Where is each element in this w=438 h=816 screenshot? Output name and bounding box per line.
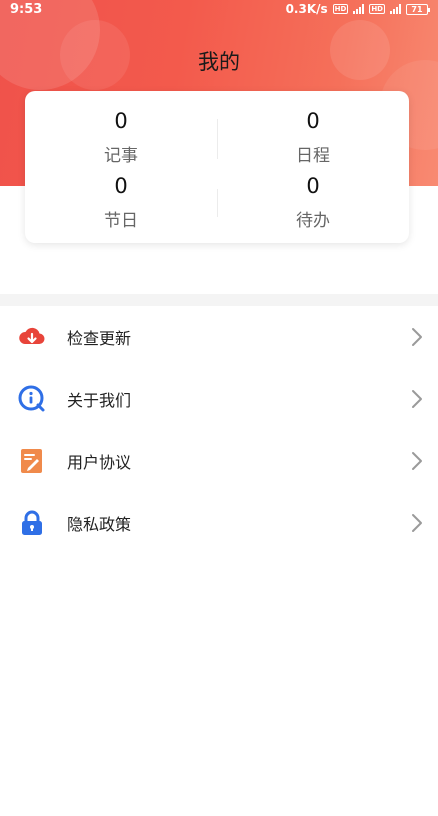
info-icon bbox=[18, 385, 45, 412]
stat-todos[interactable]: 0 待办 bbox=[217, 172, 409, 231]
status-bar: 9:53 0.3K/s HD HD 71 bbox=[0, 0, 438, 18]
lock-icon bbox=[22, 510, 42, 535]
menu-item-about-us[interactable]: 关于我们 bbox=[0, 368, 438, 430]
settings-menu: 检查更新 关于我们 用户协议 隐私政策 bbox=[0, 306, 438, 554]
stat-value: 0 bbox=[306, 109, 320, 133]
menu-label: 用户协议 bbox=[67, 453, 132, 472]
signal-icon bbox=[390, 4, 401, 14]
cloud-download-icon bbox=[19, 327, 45, 345]
battery-level: 71 bbox=[411, 4, 423, 14]
signal-icon bbox=[353, 4, 365, 14]
stat-notes[interactable]: 0 记事 bbox=[25, 107, 217, 166]
stat-value: 0 bbox=[306, 174, 320, 198]
net-speed: 0.3K/s bbox=[285, 2, 328, 16]
menu-item-user-agreement[interactable]: 用户协议 bbox=[0, 430, 438, 492]
stat-label: 日程 bbox=[296, 146, 330, 166]
chevron-right-icon bbox=[412, 452, 422, 470]
section-separator bbox=[0, 294, 438, 306]
stat-label: 节日 bbox=[104, 211, 138, 231]
stat-label: 待办 bbox=[296, 211, 330, 231]
stats-card: 0 记事 0 日程 0 节日 0 待办 bbox=[25, 91, 409, 243]
chevron-right-icon bbox=[412, 390, 422, 408]
hd-badge: HD bbox=[369, 4, 385, 14]
chevron-right-icon bbox=[412, 514, 422, 532]
chevron-right-icon bbox=[412, 328, 422, 346]
stat-label: 记事 bbox=[104, 146, 138, 166]
stat-festivals[interactable]: 0 节日 bbox=[25, 172, 217, 231]
hd-badge: HD bbox=[332, 4, 349, 14]
status-time: 9:53 bbox=[10, 1, 43, 17]
page-title: 我的 bbox=[198, 50, 240, 74]
document-edit-icon bbox=[21, 449, 42, 473]
battery-icon: 71 bbox=[406, 3, 430, 15]
stat-value: 0 bbox=[114, 109, 128, 133]
stat-value: 0 bbox=[114, 174, 128, 198]
menu-item-check-update[interactable]: 检查更新 bbox=[0, 306, 438, 368]
menu-item-privacy-policy[interactable]: 隐私政策 bbox=[0, 492, 438, 554]
status-indicators: 0.3K/s HD HD 71 bbox=[285, 2, 430, 16]
menu-label: 隐私政策 bbox=[67, 515, 132, 534]
menu-label: 关于我们 bbox=[67, 391, 132, 410]
stat-schedule[interactable]: 0 日程 bbox=[217, 107, 409, 166]
menu-label: 检查更新 bbox=[67, 329, 132, 348]
